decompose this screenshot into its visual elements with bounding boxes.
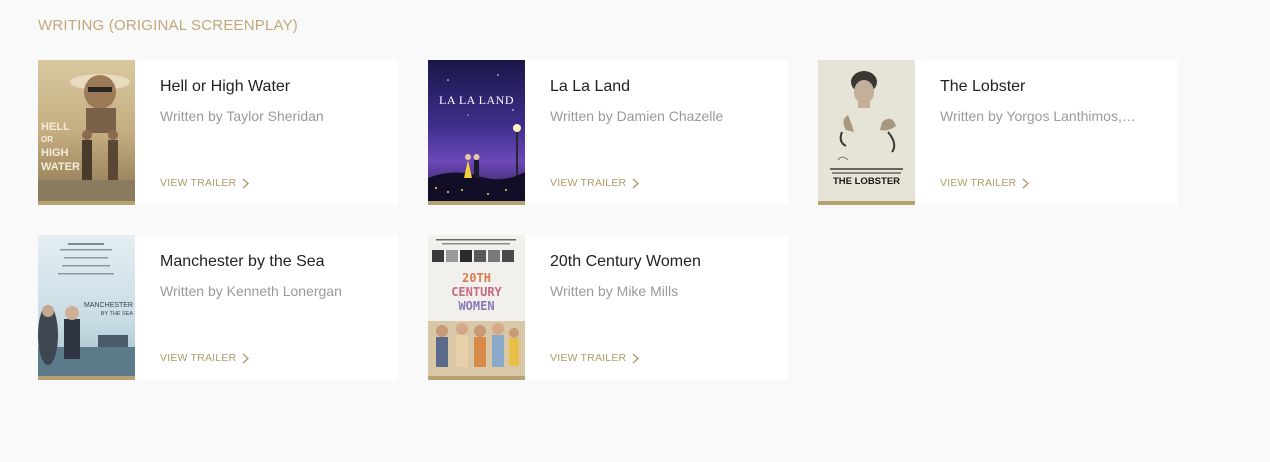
poster-manchester-by-the-sea[interactable]: MANCHESTER BY THE SEA [38, 235, 135, 380]
chevron-right-icon [242, 352, 250, 364]
view-trailer-label: VIEW TRAILER [160, 352, 237, 364]
view-trailer-link[interactable]: VIEW TRAILER [160, 352, 250, 364]
poster-hell-or-high-water[interactable]: HELL OR HIGH WATER [38, 60, 135, 205]
nominee-info: 20th Century Women Written by Mike Mills… [525, 235, 788, 380]
poster-title-art: THE LOBSTER [833, 176, 900, 187]
view-trailer-link[interactable]: VIEW TRAILER [550, 352, 640, 364]
poster-accent-bar [428, 201, 525, 205]
nominee-info: Manchester by the Sea Written by Kenneth… [135, 235, 398, 380]
writer-credit: Written by Mike Mills [550, 283, 679, 299]
view-trailer-link[interactable]: VIEW TRAILER [160, 177, 250, 189]
poster-text-line: WOMEN [458, 299, 494, 313]
poster-accent-bar [818, 201, 915, 205]
view-trailer-label: VIEW TRAILER [550, 177, 627, 189]
film-title[interactable]: Manchester by the Sea [160, 253, 325, 271]
poster-title-art: 20TH CENTURY WOMEN [451, 271, 502, 313]
view-trailer-link[interactable]: VIEW TRAILER [550, 177, 640, 189]
writer-credit: Written by Damien Chazelle [550, 108, 724, 124]
view-trailer-link[interactable]: VIEW TRAILER [940, 177, 1030, 189]
poster-text-line: HELL [41, 121, 70, 133]
poster-text-line: 20TH [462, 271, 491, 285]
poster-accent-bar [38, 376, 135, 380]
poster-text-line: HIGH [41, 147, 69, 159]
poster-text-line: OR [41, 135, 53, 144]
poster-text-line: CENTURY [451, 285, 502, 299]
poster-la-la-land[interactable]: LA LA LAND [428, 60, 525, 205]
view-trailer-label: VIEW TRAILER [550, 352, 627, 364]
poster-text-line: WATER [41, 161, 80, 173]
view-trailer-label: VIEW TRAILER [160, 177, 237, 189]
poster-20th-century-women[interactable]: 20TH CENTURY WOMEN [428, 235, 525, 380]
poster-text-line: THE LOBSTER [833, 176, 900, 187]
poster-the-lobster[interactable]: THE LOBSTER [818, 60, 915, 205]
film-title[interactable]: The Lobster [940, 78, 1025, 96]
film-title[interactable]: Hell or High Water [160, 78, 290, 96]
writer-credit: Written by Yorgos Lanthimos,… [940, 108, 1136, 124]
nominee-info: The Lobster Written by Yorgos Lanthimos,… [915, 60, 1178, 205]
view-trailer-label: VIEW TRAILER [940, 177, 1017, 189]
chevron-right-icon [632, 352, 640, 364]
chevron-right-icon [632, 177, 640, 189]
poster-accent-bar [428, 376, 525, 380]
film-title[interactable]: La La Land [550, 78, 630, 96]
section-title: WRITING (ORIGINAL SCREENPLAY) [38, 17, 298, 34]
poster-text-line: MANCHESTER [84, 302, 133, 309]
nominee-info: La La Land Written by Damien Chazelle VI… [525, 60, 788, 205]
poster-text-line: LA LA LAND [439, 93, 514, 107]
film-title[interactable]: 20th Century Women [550, 253, 701, 271]
poster-title-art: MANCHESTER BY THE SEA [84, 302, 134, 317]
writer-credit: Written by Taylor Sheridan [160, 108, 324, 124]
nominee-card-the-lobster: THE LOBSTER The Lobster Written by Yorgo… [818, 60, 1178, 205]
poster-title-art: LA LA LAND [439, 93, 514, 107]
nominee-grid: HELL OR HIGH WATER Hell or High Water Wr… [38, 60, 1178, 380]
writer-credit: Written by Kenneth Lonergan [160, 283, 342, 299]
poster-text-line: BY THE SEA [101, 311, 134, 317]
nominee-info: Hell or High Water Written by Taylor She… [135, 60, 398, 205]
chevron-right-icon [1022, 177, 1030, 189]
poster-accent-bar [38, 201, 135, 205]
nominee-card-manchester-by-the-sea: MANCHESTER BY THE SEA Manchester by the … [38, 235, 398, 380]
chevron-right-icon [242, 177, 250, 189]
nominee-card-20th-century-women: 20TH CENTURY WOMEN 20th Century Women Wr… [428, 235, 788, 380]
nominee-card-la-la-land: LA LA LAND La La Land Written by Damien … [428, 60, 788, 205]
poster-title-art: HELL OR HIGH WATER [41, 121, 80, 173]
nominee-card-hell-or-high-water: HELL OR HIGH WATER Hell or High Water Wr… [38, 60, 398, 205]
